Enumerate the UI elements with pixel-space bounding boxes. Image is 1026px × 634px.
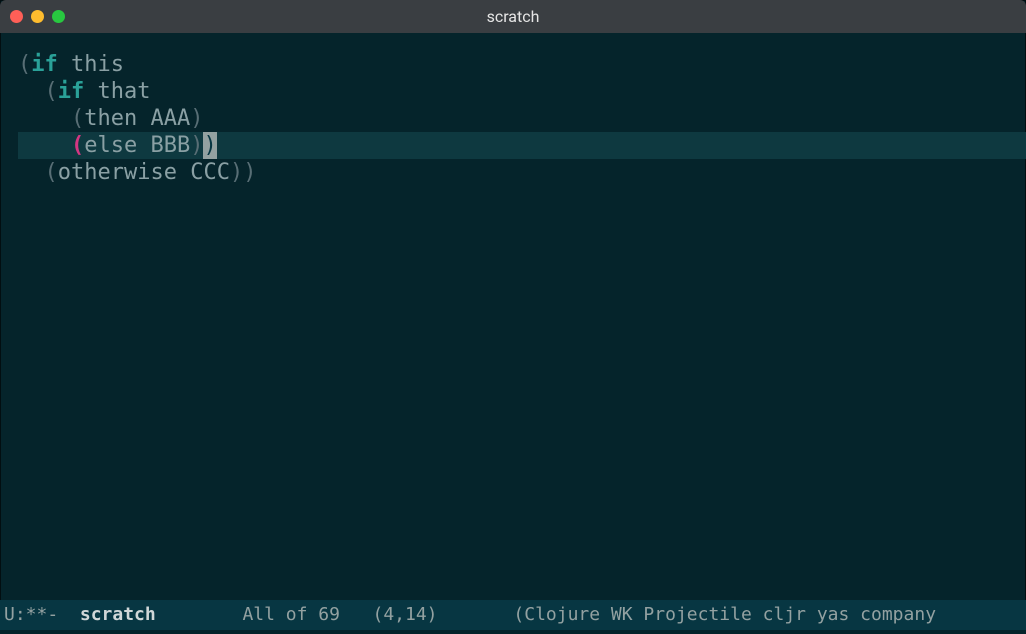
code-token: that <box>84 79 150 104</box>
code-token: ) <box>243 160 256 185</box>
code-token: then AAA <box>84 106 190 131</box>
titlebar: scratch <box>0 0 1026 33</box>
code-token: ( <box>71 106 84 131</box>
modeline-position: All of 69 <box>242 604 340 625</box>
modeline-modes: (Clojure WK Projectile cljr yas company <box>513 604 936 625</box>
text-editor[interactable]: (if this (if that (then AAA) (else BBB))… <box>0 33 1026 600</box>
zoom-icon[interactable] <box>52 10 65 23</box>
close-icon[interactable] <box>10 10 23 23</box>
editor-window: scratch (if this (if that (then AAA) (el… <box>0 0 1026 634</box>
code-token: ( <box>71 133 84 158</box>
code-token: otherwise CCC <box>58 160 230 185</box>
code-token: else BBB <box>84 133 190 158</box>
mode-line: U:**- scratch All of 69 (4,14) (Clojure … <box>0 600 1026 630</box>
minibuffer[interactable] <box>0 630 1026 634</box>
code-line[interactable]: (if that <box>18 78 1026 105</box>
window-title: scratch <box>0 7 1026 26</box>
code-token: ) <box>230 160 243 185</box>
code-token: ) <box>190 133 203 158</box>
code-token: ( <box>18 52 31 77</box>
code-line[interactable]: (else BBB)) <box>18 132 1026 159</box>
code-token: this <box>58 52 124 77</box>
modeline-buffer-name: scratch <box>80 604 156 625</box>
code-line[interactable]: (otherwise CCC)) <box>18 159 1026 186</box>
code-token: ) <box>190 106 203 131</box>
cursor: ) <box>203 132 216 159</box>
code-token: if <box>58 79 85 104</box>
code-line[interactable]: (then AAA) <box>18 105 1026 132</box>
modeline-coords: (4,14) <box>373 604 438 625</box>
minimize-icon[interactable] <box>31 10 44 23</box>
modeline-status: U:**- <box>4 604 58 625</box>
code-token: if <box>31 52 58 77</box>
code-token: ( <box>45 79 58 104</box>
traffic-lights <box>0 10 65 23</box>
code-line[interactable]: (if this <box>18 51 1026 78</box>
code-token: ( <box>45 160 58 185</box>
